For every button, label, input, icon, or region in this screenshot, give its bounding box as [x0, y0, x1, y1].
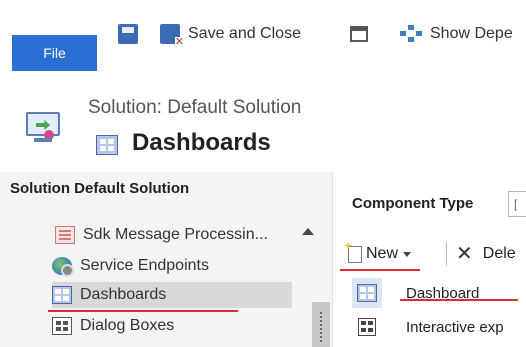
nav-item-label: Dialog Boxes	[80, 317, 175, 334]
dialog-boxes-icon	[52, 317, 72, 335]
page-title: Dashboards	[132, 129, 271, 156]
dashboards-icon	[52, 286, 72, 304]
new-label: New	[366, 245, 399, 262]
file-tab[interactable]: File	[12, 35, 97, 71]
show-dependencies-label: Show Depe	[430, 25, 513, 42]
new-button[interactable]: New	[348, 240, 412, 268]
save-and-close-icon	[160, 24, 184, 48]
nav-header: Solution Default Solution	[10, 180, 190, 197]
service-endpoints-icon	[52, 257, 74, 277]
highlight-underline	[400, 299, 518, 301]
nav-item-label: Service Endpoints	[80, 257, 209, 274]
list-item-label: Interactive exp	[406, 318, 504, 336]
nav-item-label: Sdk Message Processin...	[83, 226, 268, 243]
solution-name: Solution: Default Solution	[88, 97, 302, 118]
dashboards-title-icon	[96, 135, 118, 155]
nav-item-dashboards[interactable]: Dashboards	[52, 282, 292, 308]
solution-navigation: Solution Default Solution Sdk Message Pr…	[0, 172, 333, 347]
print-button[interactable]	[350, 20, 376, 48]
solution-icon	[24, 108, 64, 146]
dashboard-icon-cell	[352, 278, 382, 308]
sdk-message-icon	[55, 226, 75, 244]
delete-icon: ✕	[456, 243, 473, 265]
scrollbar-grip[interactable]	[320, 312, 322, 342]
show-dependencies-button[interactable]: Show Depe	[400, 20, 513, 48]
component-type-select[interactable]: [	[508, 191, 526, 217]
highlight-underline	[340, 269, 420, 271]
file-tab-label: File	[43, 45, 66, 61]
chevron-down-icon	[403, 251, 412, 257]
save-icon	[118, 24, 138, 44]
nav-item-sdk-message-processing[interactable]: Sdk Message Processin...	[55, 222, 295, 248]
list-item-dashboard[interactable]: Dashboard	[352, 278, 526, 308]
dependencies-icon	[400, 24, 422, 44]
toolbar-divider	[446, 242, 447, 266]
interactive-icon-cell	[352, 312, 382, 342]
list-item-interactive-experience[interactable]: Interactive exp	[352, 312, 526, 342]
save-button[interactable]	[118, 20, 146, 48]
scroll-up-icon[interactable]	[302, 228, 314, 235]
dashboard-icon	[357, 284, 377, 302]
delete-button[interactable]: ✕ Dele	[456, 240, 516, 268]
nav-item-label: Dashboards	[80, 286, 167, 303]
nav-item-service-endpoints[interactable]: Service Endpoints	[52, 253, 292, 279]
save-and-close-label: Save and Close	[188, 25, 301, 42]
component-type-label: Component Type	[352, 195, 474, 212]
nav-item-dialog-boxes[interactable]: Dialog Boxes	[52, 313, 292, 339]
print-icon	[350, 26, 368, 42]
component-type-value: [	[514, 197, 518, 211]
interactive-experience-icon	[358, 318, 376, 336]
save-and-close-button[interactable]: Save and Close	[160, 20, 301, 48]
ribbon: File Save and Close Show Depe	[0, 0, 526, 71]
highlight-underline	[48, 310, 238, 312]
new-icon	[348, 245, 362, 263]
delete-label: Dele	[482, 245, 516, 262]
